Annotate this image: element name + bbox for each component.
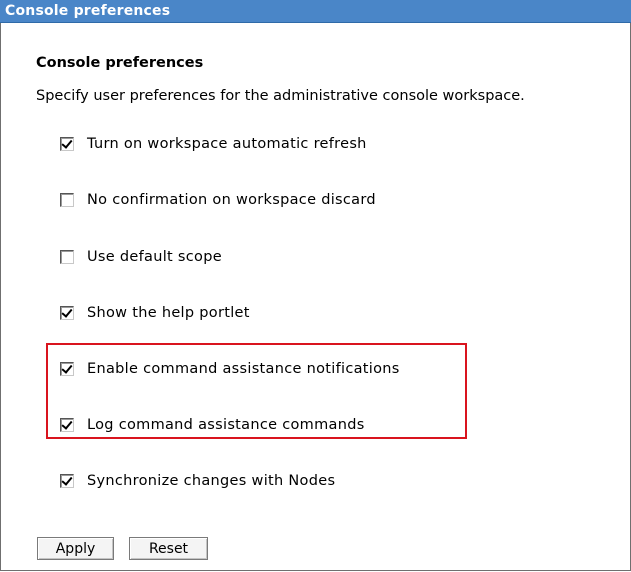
log-command-assistance-label: Log command assistance commands [87,417,365,433]
no-confirm-discard-checkbox[interactable] [60,193,74,207]
synchronize-nodes-checkbox[interactable] [60,474,74,488]
use-default-scope-checkbox[interactable] [60,250,74,264]
apply-button[interactable]: Apply [37,537,114,560]
log-command-assistance-checkbox[interactable] [60,418,74,432]
pref-workspace-auto-refresh[interactable]: Turn on workspace automatic refresh [60,134,367,154]
pref-show-help-portlet[interactable]: Show the help portlet [60,303,250,323]
panel-title: Console preferences [5,3,171,19]
command-assistance-notifications-label: Enable command assistance notifications [87,361,400,377]
pref-log-command-assistance[interactable]: Log command assistance commands [60,415,365,435]
command-assistance-notifications-checkbox[interactable] [60,362,74,376]
use-default-scope-label: Use default scope [87,249,222,265]
pref-synchronize-nodes[interactable]: Synchronize changes with Nodes [60,471,335,491]
reset-button[interactable]: Reset [129,537,208,560]
workspace-auto-refresh-checkbox[interactable] [60,137,74,151]
show-help-portlet-checkbox[interactable] [60,306,74,320]
synchronize-nodes-label: Synchronize changes with Nodes [87,473,336,489]
pref-no-confirm-discard[interactable]: No confirmation on workspace discard [60,190,376,210]
show-help-portlet-label: Show the help portlet [87,305,250,321]
no-confirm-discard-label: No confirmation on workspace discard [87,192,376,208]
panel-title-bar: Console preferences [0,0,631,23]
workspace-auto-refresh-label: Turn on workspace automatic refresh [87,136,367,152]
section-heading: Console preferences [36,55,204,71]
pref-command-assistance-notifications[interactable]: Enable command assistance notifications [60,359,400,379]
pref-use-default-scope[interactable]: Use default scope [60,247,222,267]
section-description: Specify user preferences for the adminis… [36,88,525,104]
